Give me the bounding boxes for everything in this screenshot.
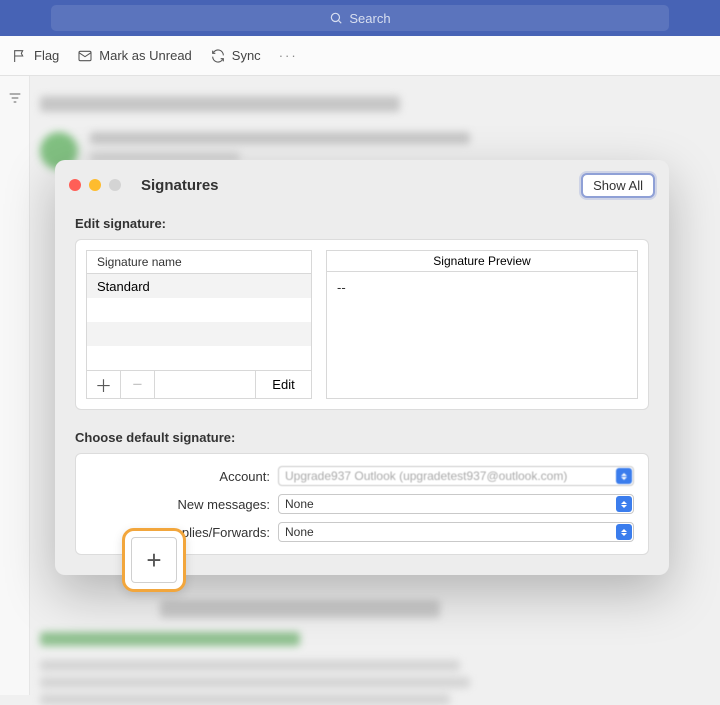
flag-button[interactable]: Flag [12, 48, 59, 64]
zoom-window-button [109, 179, 121, 191]
signature-rows[interactable]: Standard [86, 274, 312, 371]
signature-row[interactable] [87, 346, 311, 370]
mark-unread-button[interactable]: Mark as Unread [77, 48, 191, 64]
modal-titlebar: Signatures Show All [55, 160, 669, 210]
edit-signature-panel: Signature name Standard ＋ − Edit Signatu… [75, 239, 649, 410]
unread-label: Mark as Unread [99, 48, 191, 63]
replies-value: None [285, 525, 314, 539]
signatures-modal: Signatures Show All Edit signature: Sign… [55, 160, 669, 575]
minimize-window-button[interactable] [89, 179, 101, 191]
chevron-updown-icon [616, 468, 632, 484]
message-toolbar: Flag Mark as Unread Sync ··· [0, 36, 720, 76]
signature-row[interactable] [87, 322, 311, 346]
more-label: ··· [279, 48, 298, 63]
window-controls [69, 179, 121, 191]
edit-signature-button[interactable]: Edit [255, 371, 311, 398]
new-messages-value: None [285, 497, 314, 511]
replies-select[interactable]: None [278, 522, 634, 542]
new-messages-label: New messages: [90, 497, 270, 512]
flag-label: Flag [34, 48, 59, 63]
modal-title: Signatures [141, 177, 219, 194]
choose-default-label: Choose default signature: [55, 424, 669, 453]
search-placeholder: Search [349, 11, 390, 26]
global-search[interactable]: Search [51, 5, 669, 31]
account-label: Account: [90, 469, 270, 484]
account-select[interactable]: Upgrade937 Outlook (upgradetest937@outlo… [278, 466, 634, 486]
chevron-updown-icon [616, 524, 632, 540]
sync-label: Sync [232, 48, 261, 63]
search-icon [329, 11, 343, 25]
preview-body: -- [327, 272, 637, 398]
add-signature-button[interactable]: ＋ [87, 371, 121, 398]
chevron-updown-icon [616, 496, 632, 512]
edit-signature-label: Edit signature: [55, 210, 669, 239]
signature-name-header: Signature name [86, 250, 312, 274]
account-value: Upgrade937 Outlook (upgradetest937@outlo… [285, 469, 567, 483]
mail-icon [77, 48, 93, 64]
show-all-button[interactable]: Show All [581, 173, 655, 198]
signature-row[interactable]: Standard [87, 274, 311, 298]
preview-header: Signature Preview [327, 251, 637, 272]
signature-list: Signature name Standard ＋ − Edit [86, 250, 312, 399]
signature-preview: Signature Preview -- [326, 250, 638, 399]
add-signature-highlight[interactable]: + [122, 528, 186, 592]
signature-list-buttons: ＋ − Edit [86, 371, 312, 399]
app-titlebar: Search [0, 0, 720, 36]
remove-signature-button: − [121, 371, 155, 398]
sync-icon [210, 48, 226, 64]
sync-button[interactable]: Sync [210, 48, 261, 64]
signature-row[interactable] [87, 298, 311, 322]
close-window-button[interactable] [69, 179, 81, 191]
new-messages-select[interactable]: None [278, 494, 634, 514]
flag-icon [12, 48, 28, 64]
plus-icon: + [131, 537, 177, 583]
more-button[interactable]: ··· [279, 48, 298, 63]
